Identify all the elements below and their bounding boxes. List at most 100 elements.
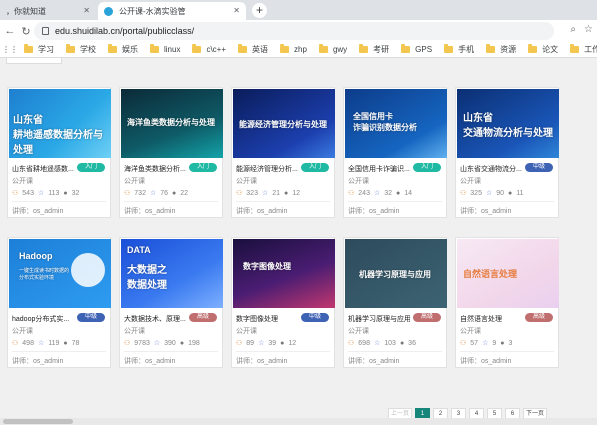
bookmark-folder[interactable]: linux <box>150 44 180 54</box>
course-thumbnail[interactable]: Hadoop 一键生成读书时数据的 分布式实验环境 <box>9 239 111 308</box>
bookmark-folder[interactable]: 论文 <box>528 44 558 55</box>
course-thumbnail[interactable]: 数字图像处理 <box>233 239 335 308</box>
bookmark-folder[interactable]: 英语 <box>238 44 268 55</box>
course-type: 公开课 <box>12 328 33 335</box>
bookmark-star-icon[interactable]: ☆ <box>584 24 593 35</box>
course-thumbnail[interactable]: 机器学习原理与应用 <box>345 239 447 308</box>
thumbnail-title: 自然语言处理 <box>463 269 518 279</box>
thumbnail-title: 能源经济管理分析与处理 <box>239 120 327 129</box>
thumbnail-title: 机器学习原理与应用 <box>359 270 431 279</box>
tab-2-active[interactable]: 公开课-水滴实验管 ✕ <box>98 2 246 20</box>
views-count: 732 <box>134 189 146 197</box>
thumbnail-label: DATA <box>127 245 151 255</box>
course-thumbnail[interactable]: 大数据之 数据处理 DATA <box>121 239 223 308</box>
bookmark-folder[interactable]: 手机 <box>444 44 474 55</box>
lock-icon <box>42 27 49 35</box>
course-card[interactable]: 山东省 交通物流分析与处理 山东省交通物流分... 中级 公开课 ⚇ 325 ☆ 90 ● 11 讲… <box>455 87 559 218</box>
course-title[interactable]: 数字图像处理 <box>236 314 298 324</box>
url-field[interactable]: edu.shuidilab.cn/portal/publicclass/ <box>34 22 554 40</box>
course-title[interactable]: 海洋鱼类数据分析... <box>124 164 186 174</box>
star-icon: ☆ <box>261 190 269 197</box>
course-stats: ⚇ 543 ☆ 113 ● 32 <box>12 189 79 198</box>
comment-icon: ● <box>284 189 289 197</box>
bookmark-folder[interactable]: 考研 <box>359 44 389 55</box>
reload-icon[interactable]: ↻ <box>18 25 34 38</box>
course-card[interactable]: 数字图像处理 数字图像处理 中级 公开课 ⚇ 89 ☆ 39 ● 12 讲师：os_admin <box>231 237 335 368</box>
course-title[interactable]: 全国信用卡诈骗识... <box>348 164 410 174</box>
comment-icon: ● <box>179 339 185 347</box>
user-icon: ⚇ <box>460 340 467 347</box>
views-count: 57 <box>470 339 479 347</box>
bookmark-folder[interactable]: 资源 <box>486 44 516 55</box>
course-title[interactable]: 大数据技术、原理... <box>124 314 186 324</box>
course-title[interactable]: 机器学习原理与应用 <box>348 314 410 324</box>
thumbnail-title: 山东省 交通物流分析与处理 <box>463 113 553 139</box>
comments-count: 12 <box>292 189 301 197</box>
comment-icon: ● <box>280 339 285 347</box>
course-thumbnail[interactable]: 自然语言处理 <box>457 239 559 308</box>
course-card[interactable]: 全国信用卡 诈骗识别数据分析 全国信用卡诈骗识... 入门 公开课 ⚇ 243 ☆ 32 ● 14… <box>343 87 447 218</box>
course-card[interactable]: Hadoop 一键生成读书时数据的 分布式实验环境 hadoop分布式实... 中级公… <box>7 237 111 368</box>
bookmark-folder[interactable]: 学校 <box>66 44 96 55</box>
bookmark-label: 工作相关 <box>584 45 597 54</box>
course-stats: ⚇ 498 ☆ 119 ● 78 <box>12 339 79 348</box>
course-title[interactable]: 山东省交通物流分... <box>460 164 522 174</box>
bookmark-folder[interactable]: 学习 <box>24 44 54 55</box>
bookmark-folder[interactable]: 工作相关 <box>570 44 597 55</box>
stars-count: 21 <box>272 189 281 197</box>
divider <box>236 351 330 352</box>
course-thumbnail[interactable]: 山东省 交通物流分析与处理 <box>457 89 559 158</box>
course-card[interactable]: 大数据之 数据处理 DATA 大数据技术、原理... 高级 公开课 ⚇ 9783 ☆ 390 ● 1… <box>119 237 223 368</box>
views-count: 498 <box>22 339 34 347</box>
course-card[interactable]: 能源经济管理分析与处理 能源经济管理分析... 入门 公开课 ⚇ 323 ☆ 21 ● 12 讲师：… <box>231 87 335 218</box>
comments-count: 14 <box>404 189 413 197</box>
star-icon: ☆ <box>37 340 45 347</box>
bookmark-folder[interactable]: 娱乐 <box>108 44 138 55</box>
bookmark-folder[interactable]: c\c++ <box>192 44 226 54</box>
course-thumbnail[interactable]: 能源经济管理分析与处理 <box>233 89 335 158</box>
level-badge: 入门 <box>77 163 105 172</box>
views-count: 325 <box>470 189 482 197</box>
course-card[interactable]: 机器学习原理与应用 机器学习原理与应用 高级 公开课 ⚇ 698 ☆ 103 ● 36 讲师：os_… <box>343 237 447 368</box>
scrollbar-thumb[interactable] <box>3 419 73 424</box>
folder-icon <box>24 44 33 53</box>
course-thumbnail[interactable]: 海洋鱼类数据分析与处理 <box>121 89 223 158</box>
close-icon[interactable]: ✕ <box>83 6 90 15</box>
views-count: 698 <box>358 339 370 347</box>
zoom-search-icon[interactable]: ⌕ <box>570 24 576 35</box>
top-strip <box>6 58 62 64</box>
new-tab-plus-icon[interactable]: + <box>252 3 267 18</box>
course-card[interactable]: 海洋鱼类数据分析与处理 海洋鱼类数据分析... 入门 公开课 ⚇ 732 ☆ 76 ● 22 讲师：… <box>119 87 223 218</box>
divider <box>124 201 218 202</box>
level-badge: 中级 <box>301 313 329 322</box>
address-bar-row: ← ↻ edu.shuidilab.cn/portal/publicclass/… <box>0 20 597 42</box>
thumbnail-title: 海洋鱼类数据分析与处理 <box>127 118 215 127</box>
star-icon: ☆ <box>258 340 265 347</box>
course-card[interactable]: 山东省 耕地遥感数据分析与处理 山东省耕地遥感数... 入门 公开课 ⚇ 543 ☆ 113 ●… <box>7 87 111 218</box>
divider <box>460 351 554 352</box>
course-thumbnail[interactable]: 全国信用卡 诈骗识别数据分析 <box>345 89 447 158</box>
thumbnail-title: 山东省 耕地遥感数据分析与处理 <box>13 115 103 156</box>
bookmark-label: 资源 <box>500 45 517 54</box>
star-icon: ☆ <box>485 190 493 197</box>
comment-icon: ● <box>172 189 177 197</box>
tab-1[interactable]: ，你就知道 ✕ <box>0 2 95 20</box>
horizontal-scrollbar[interactable] <box>0 418 597 425</box>
course-thumbnail[interactable]: 山东省 耕地遥感数据分析与处理 <box>9 89 111 158</box>
bookmark-folder[interactable]: zhp <box>280 44 307 54</box>
folder-icon <box>570 44 580 53</box>
course-title[interactable]: 山东省耕地遥感数... <box>12 164 74 174</box>
course-title[interactable]: 自然语言处理 <box>460 314 522 324</box>
divider <box>348 351 442 352</box>
folder-icon <box>150 44 159 53</box>
bookmark-folder[interactable]: GPS <box>401 44 432 54</box>
back-arrow-icon[interactable]: ← <box>2 25 18 37</box>
apps-grid-icon[interactable]: ⋮⋮ <box>2 45 18 54</box>
close-icon[interactable]: ✕ <box>233 6 240 15</box>
course-stats: ⚇ 323 ☆ 21 ● 12 <box>236 189 301 198</box>
course-title[interactable]: hadoop分布式实... <box>12 314 74 324</box>
course-stats: ⚇ 325 ☆ 90 ● 11 <box>460 189 524 198</box>
bookmark-folder[interactable]: gwy <box>318 44 347 54</box>
course-card[interactable]: 自然语言处理 自然语言处理 高级 公开课 ⚇ 57 ☆ 9 ● 3 讲师：os_admin <box>455 237 559 368</box>
course-title[interactable]: 能源经济管理分析... <box>236 164 298 174</box>
